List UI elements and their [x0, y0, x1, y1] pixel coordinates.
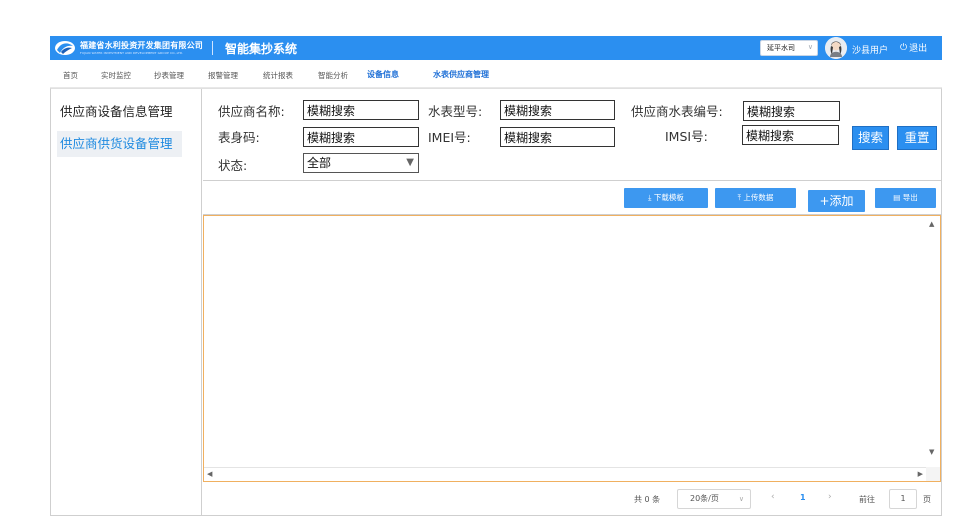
download-template-label: 下载模板 [653, 193, 684, 202]
imsi-input[interactable] [742, 125, 839, 145]
supplier-meter-no-input[interactable] [743, 101, 840, 121]
nav-alarm-management[interactable]: 报警管理 [208, 70, 238, 81]
system-title: 智能集抄系统 [225, 42, 298, 56]
total-count: 共 0 条 [634, 495, 661, 504]
scroll-left-icon[interactable]: ◀ [207, 470, 212, 478]
nav-device-info[interactable]: 设备信息 [367, 69, 399, 80]
water-logo-icon [55, 41, 75, 55]
meter-body-code-label: 表身码: [218, 130, 260, 145]
horizontal-scrollbar[interactable]: ◀ ▶ [204, 467, 926, 481]
main-frame: 供应商设备信息管理 供应商供货设备管理 供应商名称: 水表型号: 供应商水表编号… [50, 88, 942, 516]
company-name-cn: 福建省水利投资开发集团有限公司 [80, 40, 203, 50]
search-button[interactable]: 搜索 [852, 126, 889, 150]
logout-label: 退出 [909, 44, 928, 54]
goto-page-input[interactable]: 1 [889, 489, 917, 509]
scroll-right-icon[interactable]: ▶ [918, 470, 923, 478]
meter-model-label: 水表型号: [428, 104, 483, 119]
page-size-select[interactable]: 20条/页 ∨ [677, 489, 751, 509]
user-avatar-icon [825, 37, 847, 59]
page-size-value: 20条/页 [690, 494, 719, 503]
scrollbar-corner [926, 467, 940, 481]
imei-input[interactable] [500, 127, 615, 147]
nav-reading-management[interactable]: 抄表管理 [154, 70, 184, 81]
next-page-icon[interactable]: › [828, 492, 832, 502]
status-select-value: 全部 [307, 156, 332, 170]
company-select-value: 延平水司 [767, 44, 795, 52]
company-select[interactable]: 延平水司 ∨ [760, 40, 818, 56]
company-name-en: FUJIAN WATER INVESTMENT AND DEVELOPMENT … [80, 50, 184, 55]
status-select[interactable]: 全部 ▼ [303, 153, 419, 173]
page-unit-label: 页 [923, 495, 931, 504]
add-button[interactable]: +添加 [808, 190, 865, 212]
pagination: 共 0 条 20条/页 ∨ ‹ 1 › 前往 1 页 [203, 483, 941, 515]
company-logo: 福建省水利投资开发集团有限公司 FUJIAN WATER INVESTMENT … [54, 38, 203, 58]
upload-data-button[interactable]: ⤒ 上传数据 [715, 188, 796, 208]
nav-supplier-management[interactable]: 水表供应商管理 [433, 69, 489, 80]
upload-data-label: 上传数据 [743, 193, 774, 202]
export-label: 导出 [902, 193, 918, 202]
header-divider [212, 41, 213, 55]
imsi-label: IMSI号: [665, 129, 708, 144]
nav-statistics-report[interactable]: 统计报表 [263, 70, 293, 81]
current-page-number[interactable]: 1 [800, 493, 806, 502]
main-nav: 首页 实时监控 抄表管理 报警管理 统计报表 智能分析 设备信息 水表供应商管理 [50, 60, 942, 88]
chevron-down-icon: ∨ [738, 495, 744, 503]
goto-label: 前往 [859, 495, 875, 504]
export-button[interactable]: ▤ 导出 [875, 188, 936, 208]
export-icon: ▤ [893, 193, 903, 202]
filter-panel: 供应商名称: 水表型号: 供应商水表编号: 表身码: IMEI号: IMSI号:… [203, 89, 941, 181]
sidebar-item-supplier-device-info[interactable]: 供应商设备信息管理 [57, 99, 182, 125]
download-template-button[interactable]: ⤓ 下载模板 [624, 188, 708, 208]
meter-body-code-input[interactable] [303, 127, 419, 147]
sidebar: 供应商设备信息管理 供应商供货设备管理 [51, 89, 202, 515]
data-table[interactable]: ▲ ▼ ◀ ▶ [203, 215, 941, 482]
top-bar: 福建省水利投资开发集团有限公司 FUJIAN WATER INVESTMENT … [50, 36, 942, 60]
status-label: 状态: [218, 158, 248, 173]
user-name[interactable]: 沙县用户 [852, 43, 888, 56]
meter-model-input[interactable] [500, 100, 615, 120]
supplier-name-input[interactable] [303, 100, 419, 120]
prev-page-icon[interactable]: ‹ [771, 492, 775, 502]
supplier-meter-no-label: 供应商水表编号: [631, 104, 723, 119]
vertical-scrollbar[interactable]: ▲ ▼ [926, 216, 940, 460]
reset-button[interactable]: 重置 [897, 126, 937, 150]
caret-down-icon: ▼ [406, 157, 414, 168]
scroll-down-icon[interactable]: ▼ [929, 448, 934, 456]
nav-home[interactable]: 首页 [63, 70, 78, 81]
logout-button[interactable]: ⏻ 退出 [900, 41, 928, 55]
sidebar-item-supplier-supply-device[interactable]: 供应商供货设备管理 [57, 131, 182, 157]
chevron-down-icon: ∨ [807, 43, 813, 51]
imei-label: IMEI号: [428, 130, 471, 145]
nav-realtime-monitor[interactable]: 实时监控 [101, 70, 131, 81]
action-toolbar: ⤓ 下载模板 ⤒ 上传数据 +添加 ▤ 导出 [203, 181, 941, 215]
power-icon: ⏻ [900, 42, 908, 53]
user-avatar[interactable] [825, 37, 847, 59]
supplier-name-label: 供应商名称: [218, 104, 285, 119]
nav-smart-analysis[interactable]: 智能分析 [318, 70, 348, 81]
scroll-up-icon[interactable]: ▲ [929, 220, 934, 228]
